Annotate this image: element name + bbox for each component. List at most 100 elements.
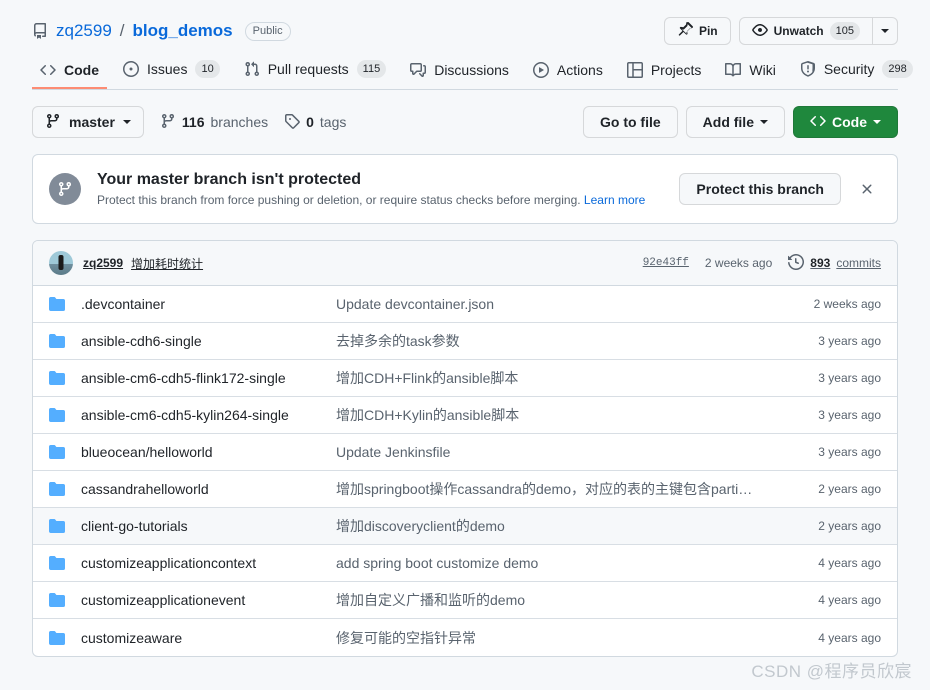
tab-code-label: Code <box>64 62 99 78</box>
table-row[interactable]: ansible-cm6-cdh5-kylin264-single增加CDH+Ky… <box>33 397 897 434</box>
avatar <box>49 251 73 275</box>
tab-discussions[interactable]: Discussions <box>402 56 517 89</box>
file-listing-table: zq2599 增加耗时统计 92e43ff 2 weeks ago 893 co… <box>32 240 898 657</box>
tab-issues-label: Issues <box>147 61 187 77</box>
folder-icon <box>49 296 65 312</box>
file-name-link[interactable]: customizeapplicationcontext <box>81 555 336 571</box>
tags-label: tags <box>320 114 346 130</box>
add-file-button[interactable]: Add file <box>686 106 785 138</box>
tab-actions[interactable]: Actions <box>525 56 611 89</box>
file-commit-message[interactable]: Update Jenkinsfile <box>336 444 771 460</box>
tab-security-label: Security <box>824 61 875 77</box>
file-commit-message[interactable]: 增加CDH+Kylin的ansible脚本 <box>336 405 771 425</box>
tab-pull-requests-count: 115 <box>357 60 387 78</box>
commits-count-link[interactable]: 893 commits <box>788 254 881 273</box>
table-row[interactable]: customizeapplicationevent增加自定义广播和监听的demo… <box>33 582 897 619</box>
repo-owner-link[interactable]: zq2599 <box>56 21 112 41</box>
book-icon <box>725 62 741 78</box>
table-row[interactable]: blueocean/helloworldUpdate Jenkinsfile3 … <box>33 434 897 471</box>
commit-meta: 92e43ff 2 weeks ago 893 commits <box>643 254 881 273</box>
play-icon <box>533 62 549 78</box>
current-branch-label: master <box>69 114 115 130</box>
watch-button-label: Unwatch <box>774 24 824 38</box>
table-row[interactable]: cassandrahelloworld增加springboot操作cassand… <box>33 471 897 508</box>
table-icon <box>627 62 643 78</box>
table-row[interactable]: customizeapplicationcontextadd spring bo… <box>33 545 897 582</box>
folder-icon <box>49 370 65 386</box>
banner-title: Your master branch isn't protected <box>97 171 663 189</box>
code-icon <box>810 113 826 132</box>
branches-label: branches <box>211 114 269 130</box>
repo-breadcrumb: zq2599 / blog_demos Public <box>32 21 664 41</box>
file-name-link[interactable]: blueocean/helloworld <box>81 444 336 460</box>
protect-branch-button[interactable]: Protect this branch <box>679 173 841 205</box>
tab-security[interactable]: Security 298 <box>792 54 921 89</box>
git-pull-request-icon <box>244 61 260 77</box>
file-name-link[interactable]: ansible-cm6-cdh5-kylin264-single <box>81 407 336 423</box>
file-commit-message[interactable]: 增加CDH+Flink的ansible脚本 <box>336 368 771 388</box>
table-row[interactable]: customizeaware修复可能的空指针异常4 years ago <box>33 619 897 656</box>
file-name-link[interactable]: ansible-cm6-cdh5-flink172-single <box>81 370 336 386</box>
watch-button[interactable]: Unwatch 105 <box>739 17 898 45</box>
go-to-file-button[interactable]: Go to file <box>583 106 678 138</box>
table-row[interactable]: ansible-cm6-cdh5-flink172-single增加CDH+Fl… <box>33 360 897 397</box>
repo-path-separator: / <box>120 21 125 41</box>
file-name-link[interactable]: ansible-cdh6-single <box>81 333 336 349</box>
tab-projects[interactable]: Projects <box>619 56 710 89</box>
pin-button[interactable]: Pin <box>664 17 731 45</box>
table-row[interactable]: client-go-tutorials增加discoveryclient的dem… <box>33 508 897 545</box>
file-commit-message[interactable]: 修复可能的空指针异常 <box>336 628 771 648</box>
tab-security-count: 298 <box>882 60 912 78</box>
file-commit-message[interactable]: 去掉多余的task参数 <box>336 331 771 351</box>
file-commit-message[interactable]: 增加自定义广播和监听的demo <box>336 590 771 610</box>
file-commit-time: 4 years ago <box>771 593 881 607</box>
file-commit-time: 3 years ago <box>771 334 881 348</box>
repo-content: master 116 branches 0 tag <box>0 90 930 657</box>
pin-icon <box>677 22 693 41</box>
commit-sha[interactable]: 92e43ff <box>643 257 689 269</box>
branches-link[interactable]: 116 branches <box>160 113 268 132</box>
watch-count: 105 <box>830 22 860 40</box>
repo-title-row: zq2599 / blog_demos Public Pin <box>32 14 898 48</box>
commit-message-link[interactable]: 增加耗时统计 <box>131 255 203 272</box>
issue-opened-icon <box>123 61 139 77</box>
close-icon[interactable] <box>853 177 881 201</box>
repo-icon <box>32 23 48 39</box>
branch-toolbar: master 116 branches 0 tag <box>32 106 898 138</box>
banner-learn-more-link[interactable]: Learn more <box>584 193 645 207</box>
repo-name-link[interactable]: blog_demos <box>133 21 233 41</box>
file-commit-time: 3 years ago <box>771 371 881 385</box>
tab-code[interactable]: Code <box>32 56 107 89</box>
commit-time: 2 weeks ago <box>705 256 772 270</box>
file-name-link[interactable]: cassandrahelloworld <box>81 481 336 497</box>
code-button-label: Code <box>832 114 867 130</box>
file-commit-message[interactable]: 增加springboot操作cassandra的demo，对应的表的主键包含pa… <box>336 479 771 499</box>
comment-discussion-icon <box>410 62 426 78</box>
file-commit-message[interactable]: Update devcontainer.json <box>336 296 771 312</box>
code-download-button[interactable]: Code <box>793 106 898 138</box>
branch-selector-button[interactable]: master <box>32 106 144 138</box>
tab-projects-label: Projects <box>651 62 702 78</box>
repo-visibility-badge: Public <box>245 22 291 41</box>
file-name-link[interactable]: .devcontainer <box>81 296 336 312</box>
file-commit-message[interactable]: 增加discoveryclient的demo <box>336 516 771 536</box>
table-row[interactable]: .devcontainerUpdate devcontainer.json2 w… <box>33 286 897 323</box>
tags-count: 0 <box>306 114 314 130</box>
tab-wiki[interactable]: Wiki <box>717 56 783 89</box>
repo-header-actions: Pin Unwatch 105 <box>664 17 898 45</box>
tab-issues[interactable]: Issues 10 <box>115 54 228 89</box>
file-commit-message[interactable]: add spring boot customize demo <box>336 555 771 571</box>
repo-header: zq2599 / blog_demos Public Pin <box>0 0 930 90</box>
commit-author-link[interactable]: zq2599 <box>83 256 123 270</box>
tab-actions-label: Actions <box>557 62 603 78</box>
tags-link[interactable]: 0 tags <box>284 113 346 132</box>
file-name-link[interactable]: customizeapplicationevent <box>81 592 336 608</box>
file-name-link[interactable]: client-go-tutorials <box>81 518 336 534</box>
table-row[interactable]: ansible-cdh6-single去掉多余的task参数3 years ag… <box>33 323 897 360</box>
banner-description: Protect this branch from force pushing o… <box>97 193 663 207</box>
file-name-link[interactable]: customizeaware <box>81 630 336 646</box>
file-commit-time: 4 years ago <box>771 631 881 645</box>
tab-pull-requests[interactable]: Pull requests 115 <box>236 54 394 89</box>
banner-actions: Protect this branch <box>679 173 881 205</box>
watch-dropdown-toggle[interactable] <box>872 18 897 44</box>
